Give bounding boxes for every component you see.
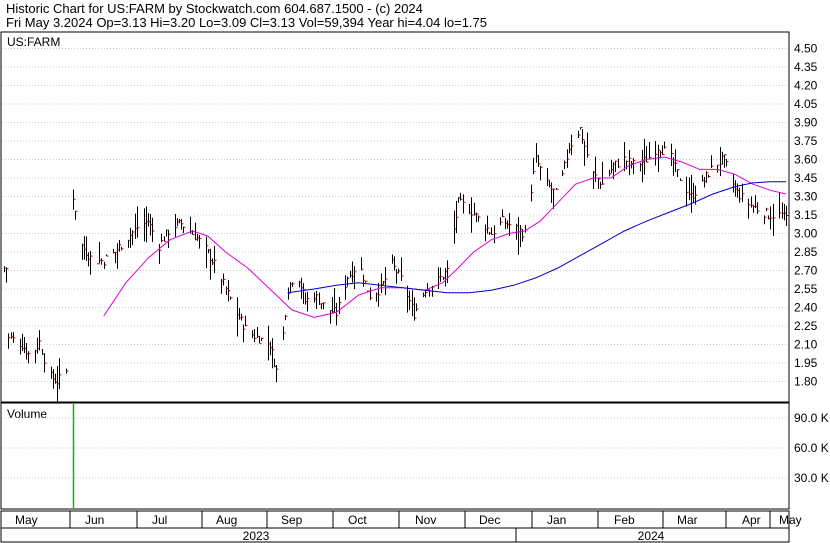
- chart-summary: Fri May 3.2024 Op=3.13 Hi=3.20 Lo=3.09 C…: [6, 15, 487, 30]
- price-tick-label: 4.35: [794, 60, 818, 74]
- year-label: 2023: [243, 529, 270, 543]
- price-tick-label: 2.70: [794, 264, 818, 278]
- month-label: May: [779, 513, 802, 527]
- price-tick-label: 3.60: [794, 153, 818, 167]
- month-label: Aug: [216, 513, 237, 527]
- price-tick-label: 1.95: [794, 356, 818, 370]
- year-label: 2024: [638, 529, 665, 543]
- month-label: May: [15, 513, 38, 527]
- chart-title: Historic Chart for US:FARM by Stockwatch…: [6, 1, 423, 16]
- month-label: Jan: [547, 513, 566, 527]
- price-tick-label: 2.10: [794, 338, 818, 352]
- symbol-label: US:FARM: [7, 35, 60, 49]
- year-axis: [0, 527, 790, 543]
- month-label: Mar: [677, 513, 698, 527]
- price-tick-label: 2.40: [794, 301, 818, 315]
- month-label: Jun: [85, 513, 104, 527]
- price-tick-label: 2.25: [794, 319, 818, 333]
- month-label: Sep: [281, 513, 303, 527]
- price-panel: [0, 31, 790, 403]
- price-tick-label: 3.30: [794, 190, 818, 204]
- price-tick-label: 1.80: [794, 375, 818, 389]
- volume-panel: [0, 402, 790, 510]
- price-tick-label: 4.05: [794, 97, 818, 111]
- price-tick-label: 4.50: [794, 42, 818, 56]
- month-label: Oct: [348, 513, 367, 527]
- volume-tick-label: 60.0 K: [794, 441, 829, 455]
- price-tick-label: 2.85: [794, 245, 818, 259]
- month-label: Nov: [415, 513, 436, 527]
- volume-tick-label: 30.0 K: [794, 471, 829, 485]
- month-label: Jul: [152, 513, 167, 527]
- price-tick-label: 3.90: [794, 116, 818, 130]
- month-label: Apr: [742, 513, 761, 527]
- price-tick-labels: 1.80 1.95 2.10 2.25 2.40 2.55 2.70 2.85 3.00 3.15…: [794, 42, 818, 389]
- price-tick-label: 4.20: [794, 79, 818, 93]
- volume-tick-labels: 30.0 K 60.0 K 90.0 K: [794, 411, 829, 485]
- price-tick-label: 3.45: [794, 171, 818, 185]
- volume-label: Volume: [7, 407, 47, 421]
- price-tick-label: 3.15: [794, 208, 818, 222]
- month-label: Feb: [614, 513, 635, 527]
- price-tick-label: 3.75: [794, 134, 818, 148]
- stock-chart: Historic Chart for US:FARM by Stockwatch…: [0, 1, 829, 543]
- month-label: Dec: [479, 513, 500, 527]
- month-axis: [0, 510, 790, 529]
- price-tick-label: 3.00: [794, 227, 818, 241]
- price-tick-label: 2.55: [794, 282, 818, 296]
- volume-tick-label: 90.0 K: [794, 411, 829, 425]
